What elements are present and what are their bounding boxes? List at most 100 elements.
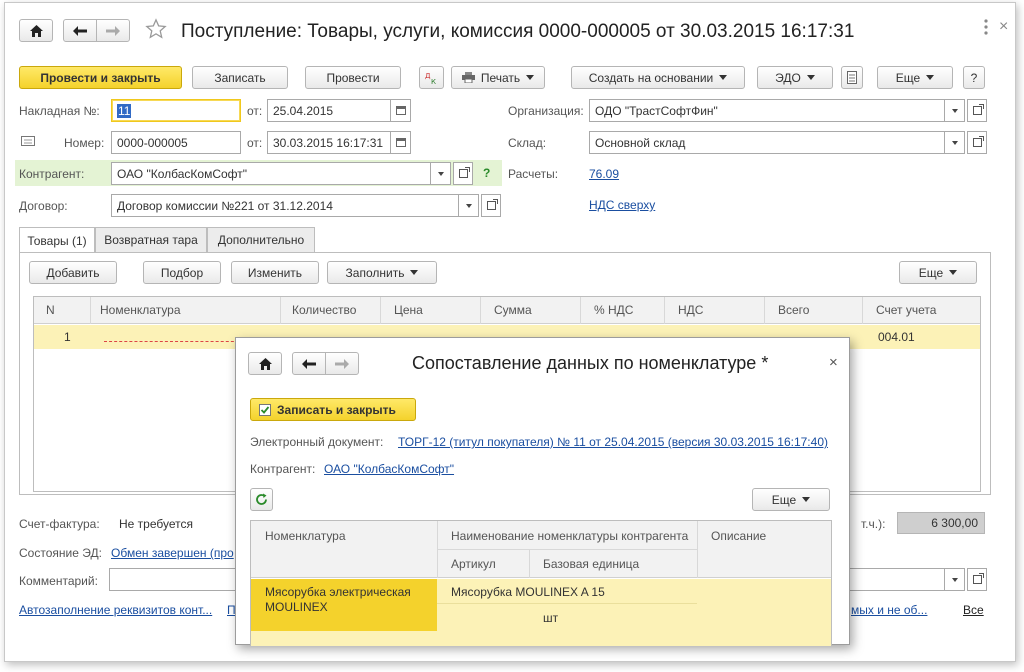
contract-field[interactable]: Договор комиссии №221 от 31.12.2014	[111, 194, 459, 217]
dialog-contractor-label: Контрагент:	[250, 462, 316, 476]
ed-state-link[interactable]: Обмен завершен (про	[111, 546, 234, 560]
chevron-down-icon	[951, 577, 958, 582]
organization-dropdown[interactable]	[945, 99, 965, 122]
nomenclature-matching-dialog: Сопоставление данных по номенклатуре * ×…	[235, 337, 850, 646]
page-title: Поступление: Товары, услуги, комиссия 00…	[181, 21, 855, 42]
electronic-document-label: Электронный документ:	[250, 435, 384, 449]
dialog-close-icon[interactable]: ×	[829, 354, 838, 371]
settlements-link[interactable]: 76.09	[589, 167, 619, 181]
electronic-document-link[interactable]: ТОРГ-12 (титул покупателя) № 11 от 25.04…	[398, 435, 828, 449]
invoice-number-label: Накладная №:	[19, 104, 100, 118]
col-divider	[90, 297, 91, 324]
refresh-button[interactable]	[250, 488, 273, 511]
edo-button[interactable]: ЭДО	[757, 66, 833, 89]
invoice-date-field[interactable]: 25.04.2015	[267, 99, 391, 122]
dialog-home-button[interactable]	[248, 352, 282, 375]
open-icon	[486, 199, 498, 210]
invoice-number-field[interactable]: 11	[111, 99, 241, 122]
calendar-icon	[395, 138, 406, 147]
favorite-star-icon[interactable]	[145, 18, 167, 43]
table-row[interactable]: Мясорубка электрическая MOULINEX Мясоруб…	[251, 579, 831, 646]
more-vert-icon[interactable]	[983, 18, 989, 39]
post-button[interactable]: Провести	[305, 66, 401, 89]
print-label: Печать	[480, 70, 521, 85]
contractor-field[interactable]: ОАО "КолбасКомСофт"	[111, 162, 431, 185]
contract-label: Договор:	[19, 199, 68, 213]
contract-open-button[interactable]	[481, 194, 501, 217]
invoice-number-value: 11	[117, 103, 132, 118]
arrow-right-icon	[335, 358, 349, 369]
help-question-icon[interactable]: ?	[483, 166, 490, 180]
number-field[interactable]: 0000-000005	[111, 131, 241, 154]
contractor-open-button[interactable]	[453, 162, 473, 185]
printer-icon	[461, 72, 475, 83]
checkbox-checked-icon	[259, 403, 271, 416]
home-button[interactable]	[19, 19, 53, 42]
save-and-close-button[interactable]: Записать и закрыть	[250, 398, 416, 421]
number-date-field[interactable]: 30.03.2015 16:17:31	[267, 131, 391, 154]
forward-button[interactable]	[96, 19, 130, 42]
dialog-more-label: Еще	[771, 492, 797, 507]
goods-more-button[interactable]: Еще	[899, 261, 977, 284]
comment-open-button[interactable]	[967, 568, 987, 591]
number-date-label: от:	[247, 136, 263, 150]
edit-button[interactable]: Изменить	[231, 261, 319, 284]
col-contractor-name: Наименование номенклатуры контрагента	[451, 529, 689, 543]
report-button[interactable]	[841, 66, 863, 89]
warehouse-field[interactable]: Основной склад	[589, 131, 945, 154]
all-link[interactable]: Все	[963, 603, 984, 617]
dt-kt-movements-button[interactable]: ДК	[419, 66, 444, 89]
dialog-forward-button[interactable]	[325, 352, 359, 375]
autofill-link[interactable]: Автозаполнение реквизитов конт...	[19, 603, 212, 617]
col-vat: НДС	[678, 303, 704, 317]
warehouse-open-button[interactable]	[967, 131, 987, 154]
create-based-on-button[interactable]: Создать на основании	[571, 66, 745, 89]
save-and-close-label: Записать и закрыть	[277, 402, 396, 417]
dialog-more-button[interactable]: Еще	[752, 488, 830, 511]
fill-label: Заполнить	[345, 265, 405, 280]
vat-on-top-link[interactable]: НДС сверху	[589, 198, 655, 212]
col-quantity: Количество	[292, 303, 357, 317]
warehouse-dropdown[interactable]	[945, 131, 965, 154]
pick-button[interactable]: Подбор	[143, 261, 221, 284]
contract-dropdown[interactable]	[459, 194, 479, 217]
post-and-close-button[interactable]: Провести и закрыть	[19, 66, 182, 89]
row-unit: шт	[543, 611, 559, 625]
total-label: т.ч.):	[861, 517, 886, 531]
print-button[interactable]: Печать	[451, 66, 545, 89]
row-divider	[437, 603, 697, 604]
fill-button[interactable]: Заполнить	[327, 261, 437, 284]
dialog-contractor-link[interactable]: ОАО "КолбасКомСофт"	[324, 462, 454, 476]
invoice-date-label: от:	[247, 104, 263, 118]
organization-field[interactable]: ОДО "ТрастСофтФин"	[589, 99, 945, 122]
matching-table: Номенклатура Наименование номенклатуры к…	[250, 520, 832, 646]
calendar-button[interactable]	[391, 131, 411, 154]
unprocessed-link[interactable]: мых и не об...	[851, 603, 927, 617]
more-button[interactable]: Еще	[877, 66, 953, 89]
col-article: Артикул	[451, 557, 496, 571]
comment-dropdown[interactable]	[945, 568, 965, 591]
calendar-button[interactable]	[391, 99, 411, 122]
arrow-right-icon	[106, 25, 120, 36]
tab-additional[interactable]: Дополнительно	[207, 227, 315, 252]
row-contractor-name: Мясорубка MOULINEX A 15	[451, 585, 605, 599]
col-divider	[380, 297, 381, 324]
organization-open-button[interactable]	[967, 99, 987, 122]
home-icon	[258, 357, 272, 370]
chevron-down-icon	[951, 140, 958, 145]
add-button[interactable]: Добавить	[29, 261, 117, 284]
tab-returnable-packaging[interactable]: Возвратная тара	[95, 227, 207, 252]
chevron-down-icon	[802, 497, 811, 502]
col-nomenclature: Номенклатура	[265, 529, 346, 543]
invoice-status-value: Не требуется	[119, 517, 193, 531]
dialog-back-button[interactable]	[292, 352, 326, 375]
chevron-down-icon	[465, 203, 472, 208]
help-button[interactable]: ?	[963, 66, 985, 89]
tab-goods[interactable]: Товары (1)	[19, 227, 95, 253]
back-button[interactable]	[63, 19, 97, 42]
col-divider	[529, 549, 530, 578]
arrow-left-icon	[302, 358, 316, 369]
save-button[interactable]: Записать	[192, 66, 288, 89]
contractor-dropdown[interactable]	[431, 162, 451, 185]
close-icon[interactable]: ×	[999, 18, 1008, 36]
